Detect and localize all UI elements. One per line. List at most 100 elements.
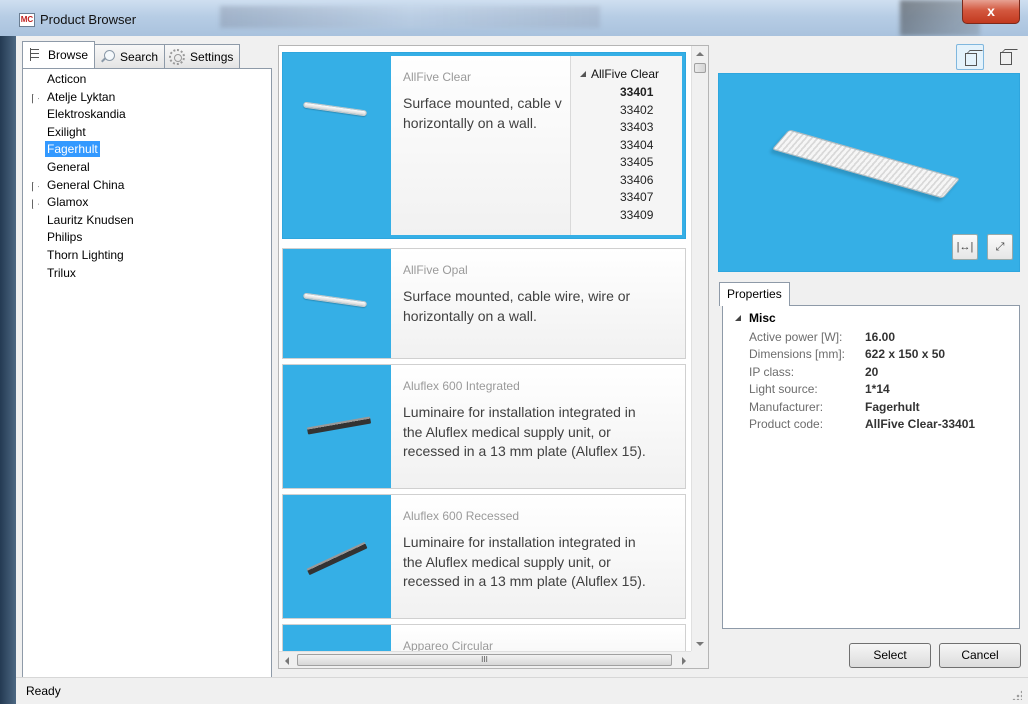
tree-item[interactable]: Atelje Lyktan	[23, 89, 271, 107]
fullscreen-button[interactable]: ⤢	[987, 234, 1013, 260]
tree-item-label: Philips	[47, 230, 83, 245]
tree-item[interactable]: Thorn Lighting	[23, 247, 271, 265]
description-line: recessed in a 13 mm plate (Aluflex 15).	[403, 443, 646, 459]
property-row[interactable]: Light source: 1*14	[749, 382, 1017, 400]
browse-tree-icon	[27, 47, 43, 63]
vertical-scrollbar[interactable]	[691, 46, 708, 652]
preview-toolbar	[956, 44, 1020, 70]
luminaire-image	[306, 541, 368, 576]
window-border	[0, 36, 16, 704]
luminaire-image	[302, 292, 368, 308]
close-button[interactable]: x	[962, 0, 1020, 24]
description-line: Luminaire for installation integrated in	[403, 534, 636, 550]
variant-item[interactable]: 33406	[620, 173, 653, 191]
fit-width-button[interactable]: |↔|	[952, 234, 978, 260]
variant-group-header[interactable]: AllFive Clear	[579, 67, 659, 81]
cube-outline-icon	[1000, 52, 1012, 65]
tree-item[interactable]: Trilux	[23, 265, 271, 283]
tree-item[interactable]: Lauritz Knudsen	[23, 212, 271, 230]
property-value: AllFive Clear-33401	[865, 417, 976, 431]
view-2d-button[interactable]	[992, 44, 1020, 70]
tab-browse[interactable]: Browse	[22, 41, 96, 68]
app-logo-icon: MC	[19, 13, 35, 27]
property-row[interactable]: IP class: 20	[749, 365, 1017, 383]
scroll-thumb[interactable]	[694, 63, 706, 73]
property-value: 622 x 150 x 50	[865, 347, 946, 362]
tab-strip: Browse Search Settings	[22, 41, 241, 68]
left-panel: Browse Search Settings Acticon Atelje Lyk…	[22, 41, 272, 678]
status-text: Ready	[26, 684, 61, 698]
tree-item-label: Lauritz Knudsen	[47, 212, 134, 227]
expand-arrow-icon[interactable]	[32, 199, 37, 207]
tree-item-label: Glamox	[47, 195, 89, 210]
product-name: AllFive Opal	[403, 263, 468, 277]
product-card-allfive-clear[interactable]: AllFive Clear Surface mounted, cable v h…	[282, 52, 686, 239]
tab-search[interactable]: Search	[94, 44, 166, 68]
view-3d-button[interactable]	[956, 44, 984, 70]
property-row[interactable]: Product code: AllFive Clear-33401	[749, 417, 1017, 435]
resize-grip-icon[interactable]	[1012, 690, 1022, 700]
product-description: Surface mounted, cable wire, wire or hor…	[403, 287, 683, 326]
variant-list: AllFive Clear 33401 33402 33403 33404 33405 3…	[570, 56, 682, 235]
tree-item[interactable]: Exilight	[23, 124, 271, 142]
gear-icon	[169, 48, 186, 65]
tree-item-label: Exilight	[47, 124, 86, 139]
search-icon	[99, 49, 116, 65]
product-thumbnail	[283, 53, 391, 238]
expand-arrow-icon[interactable]	[32, 94, 37, 102]
luminaire-image	[306, 416, 372, 435]
property-row[interactable]: Active power [W]: 16.00	[749, 330, 1017, 348]
property-row[interactable]: Dimensions [mm]: 622 x 150 x 50	[749, 347, 1017, 365]
variant-item[interactable]: 33405	[620, 155, 653, 173]
product-content: AllFive Clear Surface mounted, cable v h…	[391, 56, 682, 235]
variant-item[interactable]: 33407	[620, 190, 653, 208]
luminaire-3d-model	[771, 129, 961, 199]
scroll-right-arrow-icon[interactable]	[682, 657, 686, 665]
tree-item[interactable]: General	[23, 159, 271, 177]
description-line: the Aluflex medical supply unit, or	[403, 553, 611, 570]
scroll-thumb[interactable]: III	[297, 654, 672, 666]
variant-item[interactable]: 33401	[620, 85, 653, 103]
luminaire-image	[302, 101, 368, 117]
variant-item[interactable]: 33403	[620, 120, 653, 138]
scroll-corner	[691, 651, 708, 668]
horizontal-scrollbar[interactable]: III	[279, 651, 692, 668]
property-value: 20	[865, 364, 879, 379]
tree-item[interactable]: Fagerhult	[23, 141, 271, 159]
select-button[interactable]: Select	[849, 643, 931, 668]
expand-arrow-icon[interactable]	[32, 182, 37, 190]
tree-item-label: Trilux	[47, 265, 76, 280]
product-description: Luminaire for installation integrated in…	[403, 533, 683, 592]
variant-item[interactable]: 33402	[620, 103, 653, 121]
variant-item[interactable]: 33409	[620, 208, 653, 226]
product-card-aluflex-600-recessed[interactable]: Aluflex 600 Recessed Luminaire for insta…	[282, 494, 686, 619]
tree-item-label: General China	[47, 177, 125, 192]
cancel-button[interactable]: Cancel	[939, 643, 1021, 668]
product-3d-preview[interactable]: |↔| ⤢	[718, 73, 1020, 272]
tree-item[interactable]: Acticon	[23, 71, 271, 89]
tree-item-label: Fagerhult	[45, 141, 100, 158]
property-row[interactable]: Manufacturer: Fagerhult	[749, 400, 1017, 418]
scroll-down-arrow-icon[interactable]	[696, 642, 704, 646]
property-value: 1*14	[865, 382, 890, 397]
background-blur	[220, 6, 600, 28]
property-category[interactable]: Misc	[735, 311, 776, 325]
product-list[interactable]: AllFive Clear Surface mounted, cable v h…	[278, 45, 709, 669]
tab-settings[interactable]: Settings	[164, 44, 241, 68]
scroll-up-arrow-icon[interactable]	[696, 52, 704, 56]
product-card-allfive-opal[interactable]: AllFive Opal Surface mounted, cable wire…	[282, 248, 686, 359]
variant-item[interactable]: 33404	[620, 138, 653, 156]
tree-item[interactable]: Philips	[23, 229, 271, 247]
tree-item[interactable]: Glamox	[23, 194, 271, 212]
status-bar: Ready	[16, 677, 1028, 704]
property-key: Active power [W]:	[749, 330, 843, 344]
tab-properties[interactable]: Properties	[719, 282, 790, 306]
description-line: horizontally on a wall.	[403, 307, 537, 324]
tree-item[interactable]: Elektroskandia	[23, 106, 271, 124]
scroll-left-arrow-icon[interactable]	[285, 657, 289, 665]
manufacturer-tree[interactable]: Acticon Atelje Lyktan Elektroskandia Exilig…	[22, 68, 272, 678]
product-content: Aluflex 600 Recessed Luminaire for insta…	[391, 495, 685, 618]
tree-item[interactable]: General China	[23, 177, 271, 195]
product-card-aluflex-600-integrated[interactable]: Aluflex 600 Integrated Luminaire for ins…	[282, 364, 686, 489]
product-description: Luminaire for installation integrated in…	[403, 403, 683, 462]
